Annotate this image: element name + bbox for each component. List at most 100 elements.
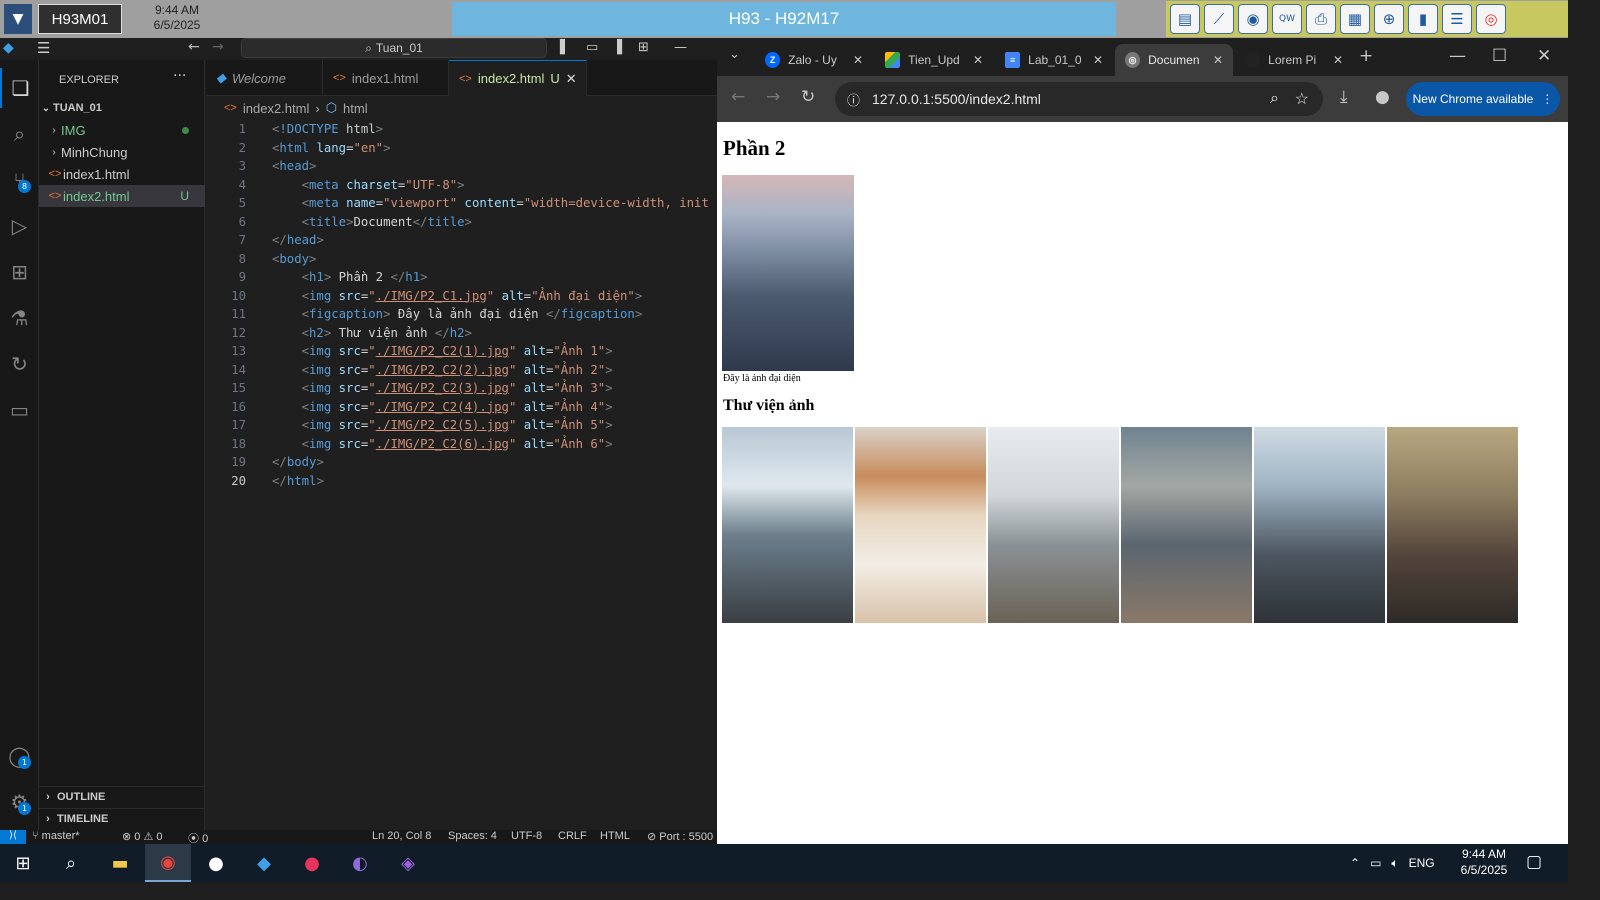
timeline-section[interactable]: › TIMELINE: [39, 808, 205, 829]
app-taskbar-icon[interactable]: ●: [289, 844, 335, 882]
taskbar-clock[interactable]: 9:44 AM 6/5/2025: [1444, 846, 1524, 878]
accounts-icon[interactable]: ◯ 1: [0, 736, 39, 776]
code-line[interactable]: 13 <img src="./IMG/P2_C2(1).jpg" alt="Ản…: [206, 342, 717, 361]
update-chrome-button[interactable]: New Chrome available ⋮: [1406, 82, 1560, 116]
code-line[interactable]: 18 <img src="./IMG/P2_C2(6).jpg" alt="Ản…: [206, 435, 717, 454]
code-line[interactable]: 11 <figcaption> Đây là ảnh đại diện </fi…: [206, 305, 717, 324]
search-icon[interactable]: ⌕: [48, 844, 94, 882]
indentation[interactable]: Spaces: 4: [448, 830, 497, 842]
code-line[interactable]: 5 <meta name="viewport" content="width=d…: [206, 194, 717, 213]
extensions-icon[interactable]: ⊞: [0, 252, 39, 292]
chrome-tab-zalo[interactable]: Z Zalo - Uy ✕: [755, 44, 873, 76]
breadcrumb-element[interactable]: html: [343, 101, 368, 116]
kebab-menu-icon[interactable]: ⋮: [1541, 92, 1553, 106]
chart-icon[interactable]: ⟋: [1204, 4, 1234, 34]
site-info-icon[interactable]: ⓘ: [847, 90, 860, 109]
code-line[interactable]: 17 <img src="./IMG/P2_C2(5).jpg" alt="Ản…: [206, 416, 717, 435]
remote-explorer-icon[interactable]: ↻: [0, 344, 39, 384]
disc-icon[interactable]: ◉: [1238, 4, 1268, 34]
download-icon[interactable]: ⤓: [1340, 87, 1348, 107]
reload-icon[interactable]: ↻: [801, 87, 815, 107]
explorer-icon[interactable]: ❏: [0, 68, 39, 108]
new-tab-icon[interactable]: +: [1359, 46, 1373, 66]
window-icon[interactable]: ▦: [1340, 4, 1370, 34]
document-icon[interactable]: ▤: [1170, 4, 1200, 34]
run-debug-icon[interactable]: ▷: [0, 206, 39, 246]
tree-item-img[interactable]: › IMG: [39, 119, 205, 141]
bookmark-star-icon[interactable]: ☆: [1295, 89, 1309, 109]
code-line[interactable]: 2 <html lang="en">: [206, 139, 717, 158]
workspace-folder[interactable]: ⌄ TUAN_01: [39, 97, 205, 119]
app-taskbar-icon[interactable]: ●: [193, 844, 239, 882]
remote-indicator-icon[interactable]: ⟩⟨: [0, 830, 26, 844]
code-line[interactable]: 8 <body>: [206, 250, 717, 269]
settings-gear-icon[interactable]: ⚙ 1: [0, 782, 39, 822]
toggle-sidebar-icon[interactable]: ▌: [560, 40, 570, 55]
tab-welcome[interactable]: ◆ Welcome: [206, 60, 323, 96]
language-mode[interactable]: HTML: [600, 830, 630, 842]
toggle-secondary-sidebar-icon[interactable]: ▐: [612, 40, 622, 55]
live-server-port[interactable]: ⊘ Port : 5500: [647, 830, 713, 843]
session-menu-icon[interactable]: ▼: [4, 4, 32, 34]
code-line[interactable]: 20 </html>: [206, 472, 717, 491]
tab-index2[interactable]: <> index2.html U ✕: [449, 60, 587, 96]
file-explorer-icon[interactable]: ▬: [97, 844, 143, 882]
breadcrumb-file[interactable]: index2.html: [243, 101, 309, 116]
problems-status[interactable]: ⊗ 0 ⚠ 0: [122, 830, 163, 843]
code-line[interactable]: 10 <img src="./IMG/P2_C1.jpg" alt="Ảnh đ…: [206, 287, 717, 306]
hamburger-menu-icon[interactable]: ☰: [37, 39, 50, 57]
source-control-icon[interactable]: ⑂ 8: [0, 160, 39, 200]
eclipse-taskbar-icon[interactable]: ◐: [337, 844, 383, 882]
more-actions-icon[interactable]: ···: [173, 68, 186, 84]
back-arrow-icon[interactable]: ←: [188, 39, 200, 55]
chrome-tab-docs[interactable]: ≡ Lab_01_0 ✕: [995, 44, 1113, 76]
tree-item-index1[interactable]: <> index1.html: [39, 163, 205, 185]
lifebuoy-icon[interactable]: ◎: [1476, 4, 1506, 34]
chevron-up-icon[interactable]: ⌃: [1350, 856, 1360, 870]
close-icon[interactable]: ✕: [1093, 53, 1103, 67]
cursor-position[interactable]: Ln 20, Col 8: [372, 830, 431, 842]
language-indicator[interactable]: ENG: [1409, 856, 1435, 870]
ports-status[interactable]: ⦿ 0: [188, 830, 208, 844]
printer-icon[interactable]: ⎙: [1306, 4, 1336, 34]
close-icon[interactable]: ✕: [973, 53, 983, 67]
message-icon[interactable]: ☰: [1442, 4, 1472, 34]
code-line[interactable]: 19 </body>: [206, 453, 717, 472]
close-icon[interactable]: ✕: [1333, 53, 1343, 67]
code-line[interactable]: 15 <img src="./IMG/P2_C2(3).jpg" alt="Ản…: [206, 379, 717, 398]
profile-icon[interactable]: ●: [1375, 87, 1390, 107]
code-line[interactable]: 6 <title>Document</title>: [206, 213, 717, 232]
forward-arrow-icon[interactable]: →: [212, 39, 224, 55]
book-icon[interactable]: ▮: [1408, 4, 1438, 34]
tab-search-icon[interactable]: ⌄: [729, 47, 740, 62]
volume-icon[interactable]: 🔈︎: [1391, 856, 1398, 871]
close-window-icon[interactable]: ✕: [1537, 46, 1551, 66]
code-line[interactable]: 7 </head>: [206, 231, 717, 250]
code-line[interactable]: 9 <h1> Phần 2 </h1>: [206, 268, 717, 287]
address-bar[interactable]: ⓘ 127.0.0.1:5500/index2.html ⌕ ☆: [835, 82, 1323, 116]
code-line[interactable]: 4 <meta charset="UTF-8">: [206, 176, 717, 195]
tree-item-index2[interactable]: <> index2.html U: [39, 185, 205, 207]
close-icon[interactable]: ✕: [566, 71, 577, 87]
command-center-search[interactable]: ⌕ Tuan_01: [241, 38, 547, 58]
tree-item-minhchung[interactable]: › MinhChung: [39, 141, 205, 163]
line-ending[interactable]: CRLF: [558, 830, 587, 842]
code-line[interactable]: 14 <img src="./IMG/P2_C2(2).jpg" alt="Ản…: [206, 361, 717, 380]
testing-icon[interactable]: ⚗: [0, 298, 39, 338]
notification-icon[interactable]: ▢: [1526, 852, 1542, 872]
visual-studio-taskbar-icon[interactable]: ◈: [385, 844, 431, 882]
code-line[interactable]: 1 <!DOCTYPE html>: [206, 120, 717, 139]
minimize-icon[interactable]: —: [1449, 46, 1466, 66]
chrome-tab-drive[interactable]: Tien_Upd ✕: [875, 44, 993, 76]
close-icon[interactable]: ✕: [853, 53, 863, 67]
network-icon[interactable]: ▭: [1370, 856, 1381, 870]
search-icon[interactable]: ⌕: [0, 114, 39, 154]
chat-icon[interactable]: ▭: [0, 390, 39, 430]
keyboard-icon[interactable]: QW: [1272, 4, 1302, 34]
chrome-tab-lorem[interactable]: Lorem Pi ✕: [1235, 44, 1353, 76]
maximize-icon[interactable]: ☐: [1492, 46, 1507, 66]
chrome-tab-document[interactable]: ◎ Documen ✕: [1115, 44, 1233, 76]
customize-layout-icon[interactable]: ⊞: [638, 40, 649, 55]
start-windows-icon[interactable]: ⊞: [0, 844, 46, 882]
code-line[interactable]: 16 <img src="./IMG/P2_C2(4).jpg" alt="Ản…: [206, 398, 717, 417]
